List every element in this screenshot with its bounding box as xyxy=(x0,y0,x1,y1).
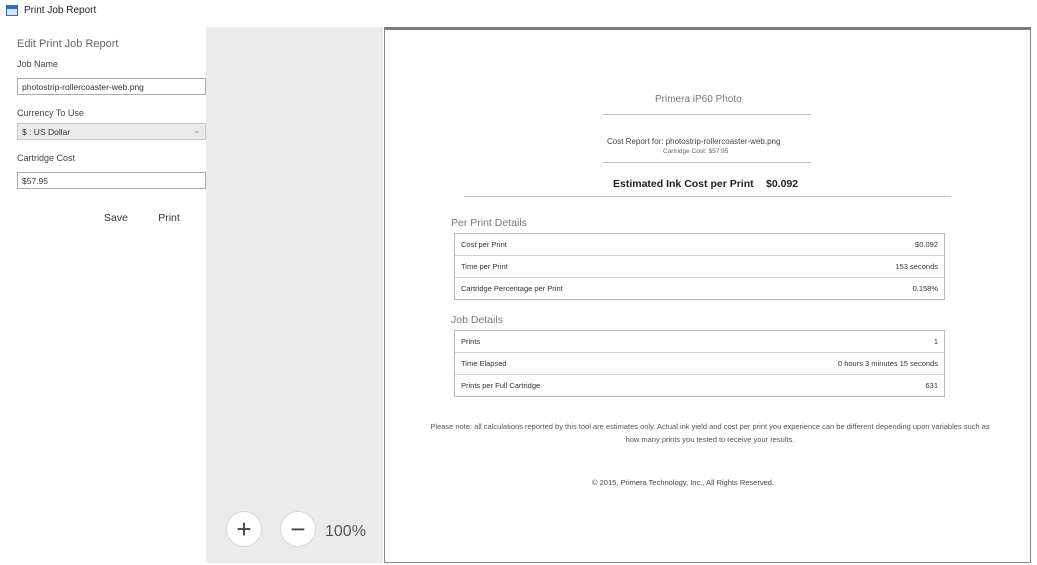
row-label: Cost per Print xyxy=(461,240,507,249)
app-window-icon xyxy=(6,5,18,16)
job-name-label: Job Name xyxy=(17,59,59,69)
window-title: Print Job Report xyxy=(24,5,97,16)
row-label: Time per Print xyxy=(461,262,508,271)
cartridge-cost-line: Cartridge Cost: $57.95 xyxy=(663,148,729,155)
row-value: 153 seconds xyxy=(895,262,938,271)
estimated-cost-value: $0.092 xyxy=(766,178,799,190)
job-details-title: Job Details xyxy=(451,314,503,326)
zoom-level: 100% xyxy=(325,523,366,540)
title-bar: Print Job Report xyxy=(0,0,1037,22)
chevron-down-icon: ⌄ xyxy=(193,126,200,135)
report-page: Primera iP60 Photo Cost Report for: phot… xyxy=(384,27,1031,563)
edit-panel: Edit Print Job Report Job Name Currency … xyxy=(8,27,207,563)
panel-title: Edit Print Job Report xyxy=(17,38,119,50)
estimated-cost-label: Estimated Ink Cost per Print xyxy=(613,178,754,190)
currency-label: Currency To Use xyxy=(17,108,84,118)
row-value: 0 hours 3 minutes 15 seconds xyxy=(837,359,938,368)
table-row: Time Elapsed 0 hours 3 minutes 15 second… xyxy=(455,353,944,375)
table-row: Prints 1 xyxy=(455,331,944,353)
row-label: Cartridge Percentage per Print xyxy=(461,284,563,293)
row-value: 631 xyxy=(925,381,938,390)
print-button[interactable]: Print xyxy=(149,207,189,229)
job-name-input[interactable] xyxy=(17,78,206,95)
row-value: $0.092 xyxy=(915,240,938,249)
zoom-in-button[interactable]: + xyxy=(226,511,262,547)
table-row: Cartridge Percentage per Print 0.158% xyxy=(455,278,944,299)
row-label: Prints per Full Cartridge xyxy=(461,381,541,390)
row-label: Prints xyxy=(461,337,481,346)
disclaimer-note: Please note: all calculations reported b… xyxy=(430,422,990,444)
job-details-table: Prints 1 Time Elapsed 0 hours 3 minutes … xyxy=(454,330,945,397)
cartridge-cost-label: Cartridge Cost xyxy=(17,153,76,163)
row-value: 1 xyxy=(933,337,938,346)
per-print-table: Cost per Print $0.092 Time per Print 153… xyxy=(454,233,945,300)
divider xyxy=(603,162,811,163)
table-row: Prints per Full Cartridge 631 xyxy=(455,375,944,396)
table-row: Time per Print 153 seconds xyxy=(455,256,944,278)
cartridge-cost-input[interactable] xyxy=(17,172,206,189)
divider xyxy=(603,114,811,115)
zoom-out-button[interactable]: − xyxy=(280,511,316,547)
table-row: Cost per Print $0.092 xyxy=(455,234,944,256)
minus-icon: − xyxy=(290,514,306,544)
plus-icon: + xyxy=(236,514,252,544)
currency-selected-value: $ : US Dollar xyxy=(22,127,71,137)
copyright: © 2015, Primera Technology, Inc., All Ri… xyxy=(592,478,775,487)
save-button[interactable]: Save xyxy=(96,207,136,229)
per-print-details-title: Per Print Details xyxy=(451,217,527,229)
printer-name: Primera iP60 Photo xyxy=(655,94,742,105)
currency-select[interactable]: $ : US Dollar ⌄ xyxy=(17,123,206,140)
row-label: Time Elapsed xyxy=(461,359,507,368)
cost-report-for: Cost Report for: photostrip-rollercoaste… xyxy=(607,137,781,146)
preview-area xyxy=(206,27,383,563)
row-value: 0.158% xyxy=(912,284,938,293)
divider xyxy=(464,196,951,197)
